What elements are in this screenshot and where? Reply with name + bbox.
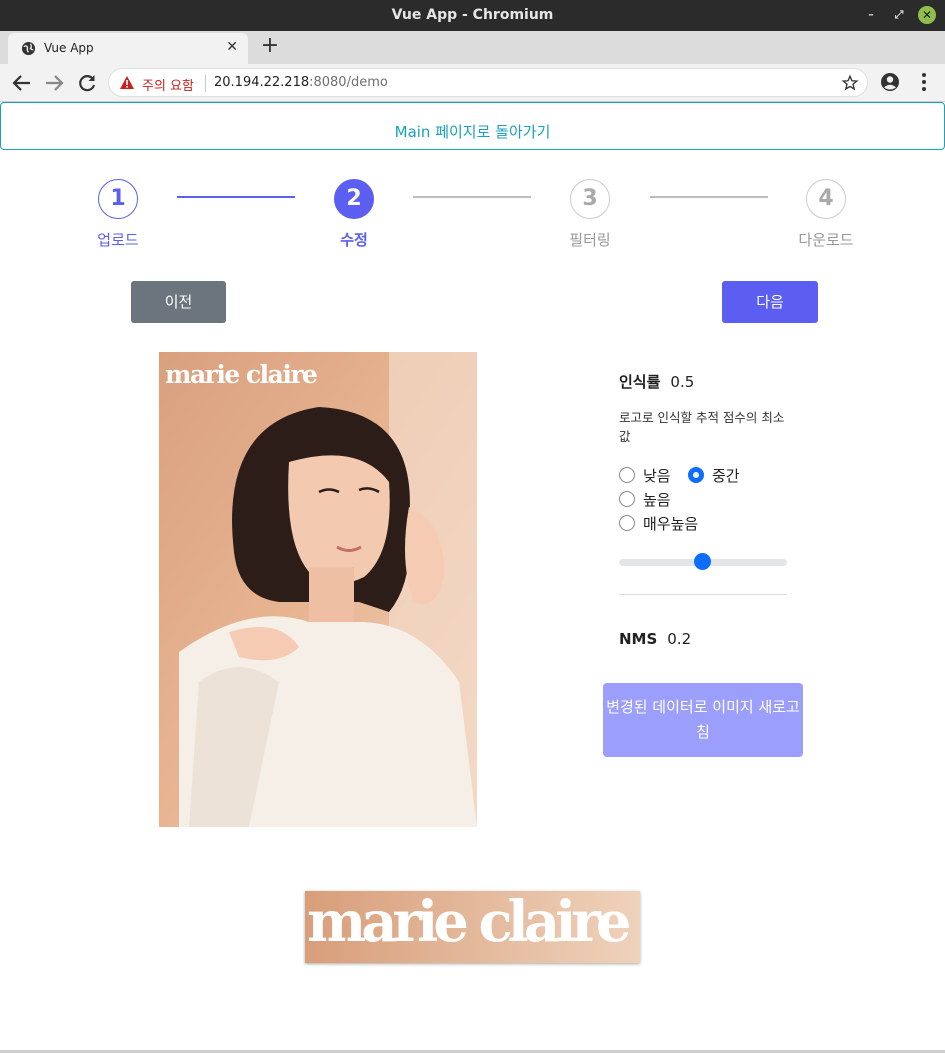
tab-strip: Vue App ✕ <box>0 31 945 64</box>
poster-brand-text: marie claire <box>165 360 318 389</box>
poster-illustration <box>159 352 477 827</box>
tab-title: Vue App <box>44 41 94 55</box>
step-connector <box>177 196 295 198</box>
globe-icon <box>21 41 36 56</box>
address-bar[interactable]: 주의 요함 20.194.22.218:8080/demo <box>108 68 868 97</box>
radio-high[interactable]: 높음 <box>619 489 671 510</box>
radio-very-high-circle[interactable] <box>619 515 635 531</box>
window-title: Vue App - Chromium <box>391 7 554 23</box>
step-label: 필터링 <box>569 231 611 249</box>
url-host: 20.194.22.218 <box>214 75 310 90</box>
step-filtering[interactable]: 3 필터링 <box>550 179 630 250</box>
step-edit[interactable]: 2 수정 <box>314 179 394 250</box>
url-text[interactable]: 20.194.22.218:8080/demo <box>214 75 388 90</box>
recognition-description: 로고로 인식할 추적 점수의 최소값 <box>619 410 785 444</box>
step-number: 1 <box>98 179 138 219</box>
menu-kebab-icon[interactable] <box>914 71 934 93</box>
browser-tab[interactable]: Vue App ✕ <box>8 33 248 64</box>
radio-low-label: 낮음 <box>643 467 671 485</box>
recognition-label: 인식률 <box>619 373 661 391</box>
step-connector <box>650 196 768 198</box>
divider <box>619 594 787 595</box>
step-upload[interactable]: 1 업로드 <box>78 179 158 250</box>
recognition-header: 인식률 0.5 <box>619 371 694 392</box>
close-tab-icon[interactable]: ✕ <box>226 39 238 55</box>
profile-avatar-icon[interactable] <box>880 72 900 92</box>
step-download[interactable]: 4 다운로드 <box>786 179 866 250</box>
radio-very-high-label: 매우높음 <box>643 515 699 533</box>
radio-high-label: 높음 <box>643 491 671 509</box>
page-content: Main 페이지로 돌아가기 1 업로드 2 수정 3 필터링 4 다운로드 이… <box>0 102 945 1053</box>
url-path: :8080/demo <box>309 75 388 90</box>
browser-toolbar: 주의 요함 20.194.22.218:8080/demo <box>0 64 945 102</box>
reload-icon[interactable] <box>75 71 99 95</box>
nms-label: NMS <box>619 630 658 648</box>
bookmark-star-icon[interactable] <box>841 74 859 92</box>
radio-very-high[interactable]: 매우높음 <box>619 513 698 534</box>
step-number: 3 <box>570 179 610 219</box>
step-number: 4 <box>806 179 846 219</box>
radio-medium[interactable]: 중간 <box>688 465 740 486</box>
close-window-icon[interactable]: ✕ <box>918 6 936 24</box>
magazine-cover-image: marie claire <box>159 352 477 827</box>
radio-low-circle[interactable] <box>619 467 635 483</box>
nms-header: NMS 0.2 <box>619 630 691 648</box>
forward-arrow-icon[interactable] <box>42 71 66 95</box>
back-to-main-link[interactable]: Main 페이지로 돌아가기 <box>0 102 945 150</box>
radio-low[interactable]: 낮음 <box>619 465 671 486</box>
radio-medium-label: 중간 <box>712 467 740 485</box>
warning-icon <box>120 76 134 89</box>
step-label: 수정 <box>340 231 368 249</box>
step-connector <box>413 196 531 198</box>
minimize-icon[interactable]: – <box>862 6 880 24</box>
maximize-icon[interactable]: ⤢ <box>890 6 908 24</box>
step-label: 다운로드 <box>798 231 854 249</box>
address-separator <box>205 75 206 92</box>
step-number: 2 <box>334 179 374 219</box>
back-arrow-icon[interactable] <box>10 71 34 95</box>
detected-logo-text: marie claire <box>307 891 632 955</box>
recognition-slider-thumb[interactable] <box>694 553 711 570</box>
recognition-value: 0.5 <box>670 373 695 391</box>
detected-logo-crop: marie claire <box>305 891 640 963</box>
radio-medium-circle[interactable] <box>688 467 704 483</box>
window-title-bar: Vue App - Chromium – ⤢ ✕ <box>0 0 945 31</box>
nms-value: 0.2 <box>667 630 692 648</box>
security-warning[interactable]: 주의 요함 <box>142 75 194 94</box>
step-label: 업로드 <box>97 231 139 249</box>
next-button[interactable]: 다음 <box>722 281 818 323</box>
refresh-image-button[interactable]: 변경된 데이터로 이미지 새로고침 <box>603 683 803 757</box>
prev-button[interactable]: 이전 <box>131 281 226 323</box>
new-tab-icon[interactable]: + <box>258 35 282 57</box>
radio-high-circle[interactable] <box>619 491 635 507</box>
